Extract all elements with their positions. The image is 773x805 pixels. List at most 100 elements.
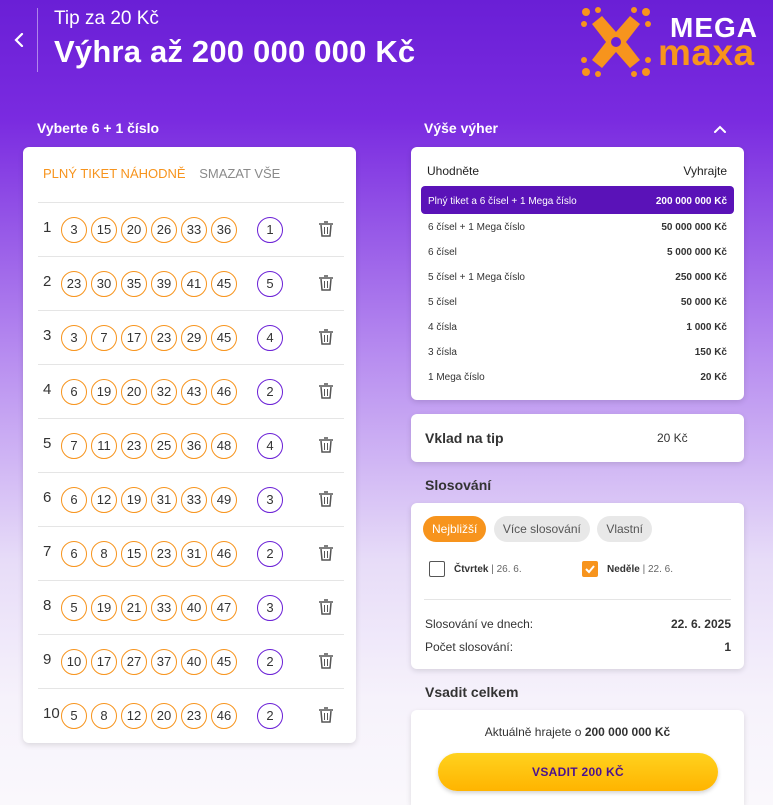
number-ball[interactable]: 26	[151, 217, 177, 243]
number-ball[interactable]: 19	[121, 487, 147, 513]
number-ball[interactable]: 46	[211, 379, 237, 405]
number-ball[interactable]: 12	[91, 487, 117, 513]
number-ball[interactable]: 17	[121, 325, 147, 351]
number-ball[interactable]: 40	[181, 649, 207, 675]
collapse-prizes-button[interactable]	[710, 120, 730, 138]
number-ball[interactable]: 27	[121, 649, 147, 675]
number-ball[interactable]: 3	[61, 217, 87, 243]
prize-row: 6 čísel + 1 Mega číslo 50 000 000 Kč	[421, 214, 734, 239]
stake-label: Vklad na tip	[425, 430, 504, 446]
trash-icon	[318, 599, 334, 620]
number-ball[interactable]: 11	[91, 433, 117, 459]
clear-all-button[interactable]: SMAZAT VŠE	[199, 166, 280, 181]
mega-number-ball[interactable]: 4	[257, 325, 283, 351]
number-ball[interactable]: 8	[91, 703, 117, 729]
number-ball[interactable]: 40	[181, 595, 207, 621]
number-ball[interactable]: 36	[211, 217, 237, 243]
number-ball[interactable]: 25	[151, 433, 177, 459]
delete-row-button[interactable]	[318, 652, 334, 670]
sunday-checkbox[interactable]	[582, 561, 598, 577]
mega-number-ball[interactable]: 2	[257, 703, 283, 729]
back-button[interactable]	[8, 26, 30, 54]
number-ball[interactable]: 39	[151, 271, 177, 297]
number-ball[interactable]: 8	[91, 541, 117, 567]
number-ball[interactable]: 15	[121, 541, 147, 567]
delete-row-button[interactable]	[318, 490, 334, 508]
mega-number-ball[interactable]: 5	[257, 271, 283, 297]
number-ball[interactable]: 20	[121, 379, 147, 405]
number-ball[interactable]: 46	[211, 703, 237, 729]
number-ball[interactable]: 33	[181, 487, 207, 513]
number-ball[interactable]: 33	[181, 217, 207, 243]
number-ball[interactable]: 3	[61, 325, 87, 351]
number-ball[interactable]: 17	[91, 649, 117, 675]
col-win-header: Vyhrajte	[683, 164, 727, 178]
number-ball[interactable]: 45	[211, 325, 237, 351]
place-bet-button[interactable]: VSADIT 200 KČ	[438, 753, 718, 791]
number-ball[interactable]: 31	[181, 541, 207, 567]
number-ball[interactable]: 23	[151, 325, 177, 351]
ticket-row: 7 6 8 15 23 31 46 2	[38, 526, 344, 580]
pill-custom[interactable]: Vlastní	[597, 516, 652, 542]
stake-value[interactable]: 20 Kč	[657, 431, 688, 445]
current-prize-text: Aktuálně hrajete o 200 000 000 Kč	[411, 725, 744, 739]
number-ball[interactable]: 31	[151, 487, 177, 513]
delete-row-button[interactable]	[318, 382, 334, 400]
delete-row-button[interactable]	[318, 436, 334, 454]
delete-row-button[interactable]	[318, 544, 334, 562]
number-ball[interactable]: 6	[61, 379, 87, 405]
number-ball[interactable]: 35	[121, 271, 147, 297]
number-ball[interactable]: 45	[211, 271, 237, 297]
number-ball[interactable]: 6	[61, 487, 87, 513]
number-ball[interactable]: 12	[121, 703, 147, 729]
delete-row-button[interactable]	[318, 706, 334, 724]
number-ball[interactable]: 15	[91, 217, 117, 243]
number-ball[interactable]: 47	[211, 595, 237, 621]
prize-row: 6 čísel 5 000 000 Kč	[421, 239, 734, 264]
number-ball[interactable]: 48	[211, 433, 237, 459]
number-ball[interactable]: 6	[61, 541, 87, 567]
number-ball[interactable]: 23	[61, 271, 87, 297]
number-ball[interactable]: 19	[91, 379, 117, 405]
mega-number-ball[interactable]: 1	[257, 217, 283, 243]
number-ball[interactable]: 10	[61, 649, 87, 675]
delete-row-button[interactable]	[318, 220, 334, 238]
mega-number-ball[interactable]: 2	[257, 649, 283, 675]
number-ball[interactable]: 5	[61, 595, 87, 621]
mega-number-ball[interactable]: 3	[257, 487, 283, 513]
number-ball[interactable]: 21	[121, 595, 147, 621]
delete-row-button[interactable]	[318, 598, 334, 616]
mega-number-ball[interactable]: 2	[257, 379, 283, 405]
ticket-actions: PLNÝ TIKET NÁHODNĚ SMAZAT VŠE	[43, 166, 290, 181]
number-ball[interactable]: 20	[121, 217, 147, 243]
pill-more-draws[interactable]: Více slosování	[493, 516, 590, 542]
number-ball[interactable]: 5	[61, 703, 87, 729]
number-ball[interactable]: 45	[211, 649, 237, 675]
number-ball[interactable]: 33	[151, 595, 177, 621]
app-header: Tip za 20 Kč Výhra až 200 000 000 Kč MEG…	[0, 0, 773, 90]
number-ball[interactable]: 7	[91, 325, 117, 351]
number-ball[interactable]: 23	[151, 541, 177, 567]
mega-number-ball[interactable]: 3	[257, 595, 283, 621]
delete-row-button[interactable]	[318, 274, 334, 292]
number-ball[interactable]: 23	[121, 433, 147, 459]
number-ball[interactable]: 30	[91, 271, 117, 297]
pill-nearest[interactable]: Nejbližší	[423, 516, 487, 542]
number-ball[interactable]: 36	[181, 433, 207, 459]
number-ball[interactable]: 37	[151, 649, 177, 675]
number-ball[interactable]: 7	[61, 433, 87, 459]
number-ball[interactable]: 49	[211, 487, 237, 513]
random-ticket-button[interactable]: PLNÝ TIKET NÁHODNĚ	[43, 166, 186, 181]
number-ball[interactable]: 43	[181, 379, 207, 405]
thursday-checkbox[interactable]	[429, 561, 445, 577]
number-ball[interactable]: 46	[211, 541, 237, 567]
delete-row-button[interactable]	[318, 328, 334, 346]
number-ball[interactable]: 19	[91, 595, 117, 621]
number-ball[interactable]: 41	[181, 271, 207, 297]
number-ball[interactable]: 20	[151, 703, 177, 729]
mega-number-ball[interactable]: 4	[257, 433, 283, 459]
number-ball[interactable]: 23	[181, 703, 207, 729]
number-ball[interactable]: 29	[181, 325, 207, 351]
mega-number-ball[interactable]: 2	[257, 541, 283, 567]
number-ball[interactable]: 32	[151, 379, 177, 405]
